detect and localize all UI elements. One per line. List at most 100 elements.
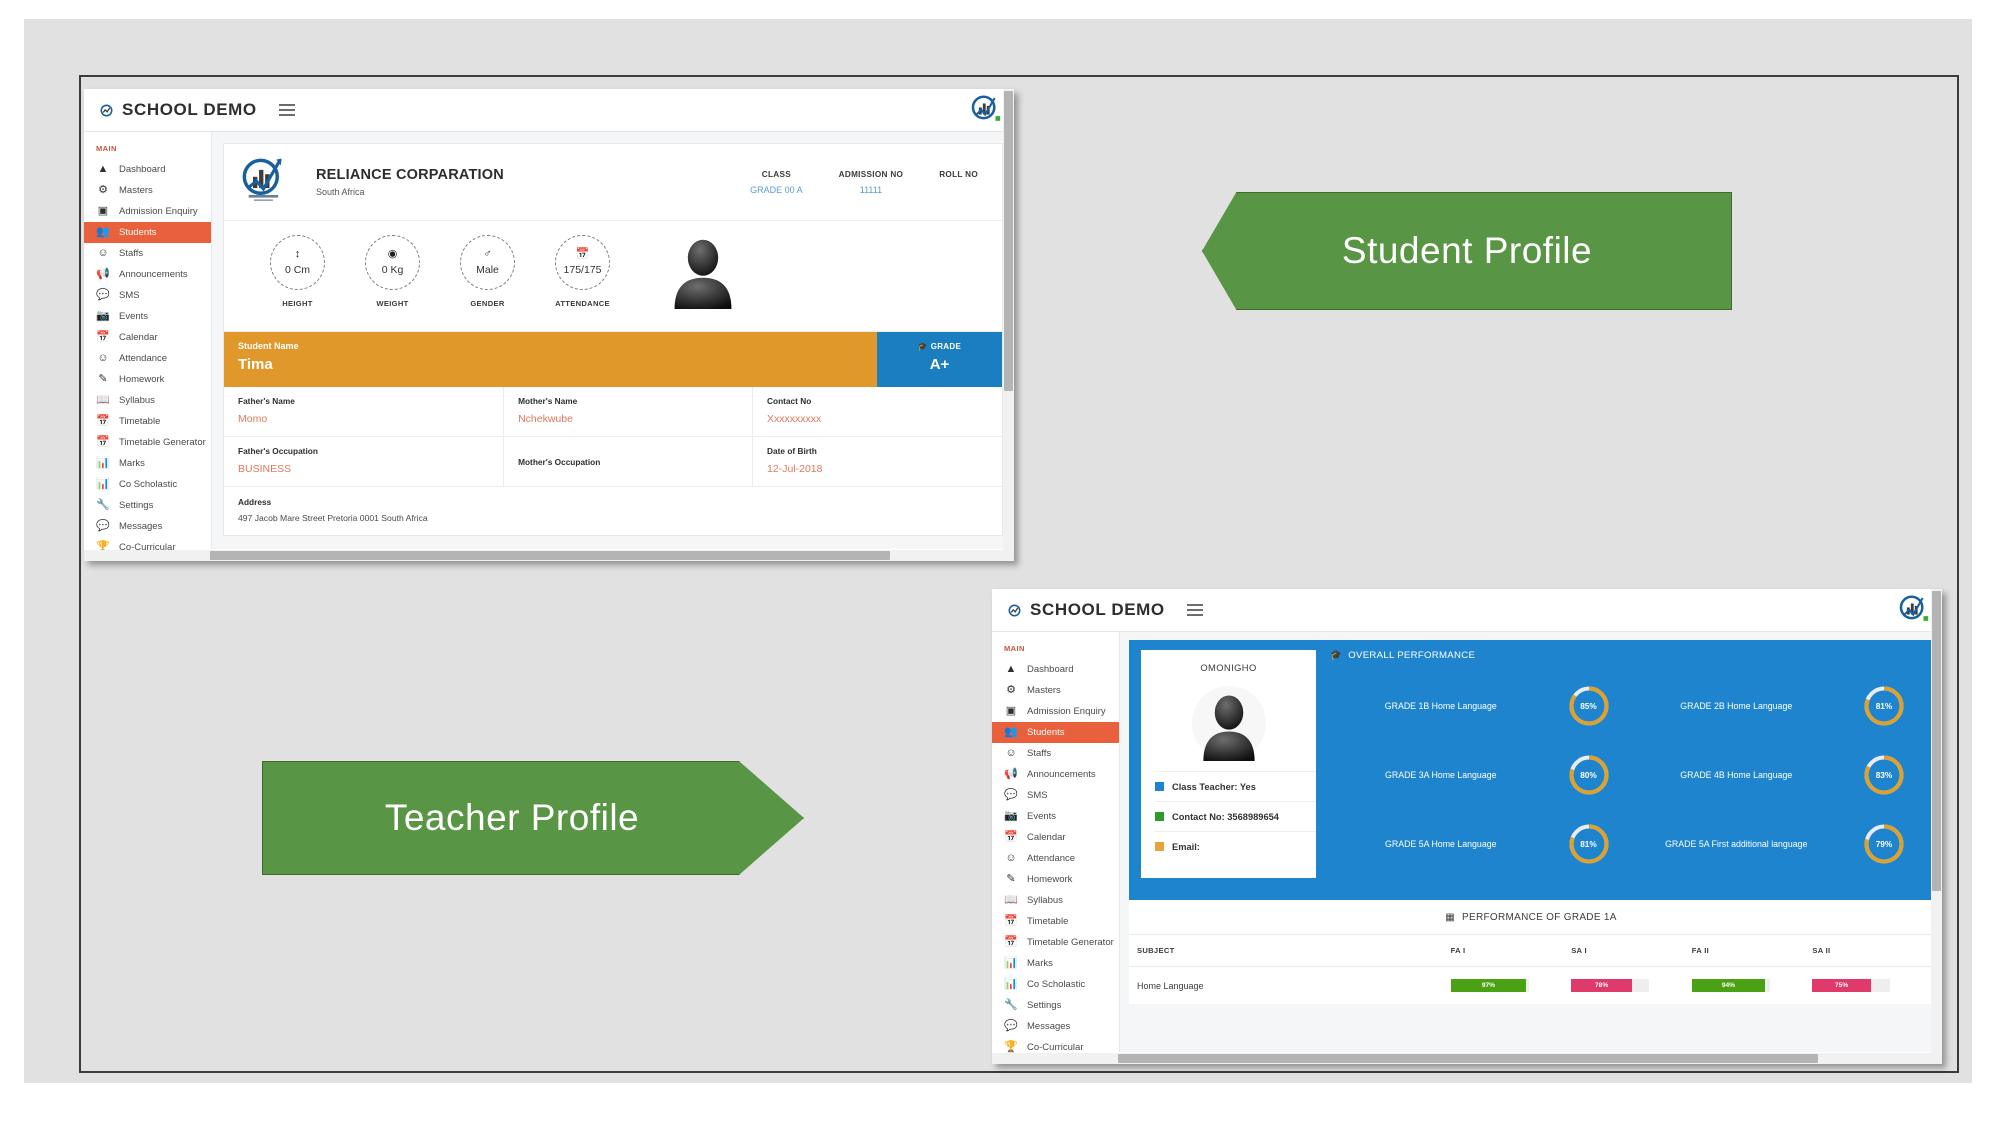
sidebar-item-staffs[interactable]: ☺ Staffs bbox=[84, 243, 211, 264]
stat-value: 0 Cm bbox=[284, 264, 311, 276]
sidebar-item-dashboard[interactable]: ▲ Dashboard bbox=[992, 659, 1119, 680]
sidebar-item-co-scholastic[interactable]: 📊 Co Scholastic bbox=[992, 974, 1119, 995]
field-fathers-occupation: Father's Occupation BUSINESS bbox=[224, 437, 505, 486]
bar-chart-icon: 📊 bbox=[96, 457, 110, 469]
progress-ring: 81% bbox=[1568, 823, 1610, 865]
sidebar-item-events[interactable]: 📷 Events bbox=[992, 806, 1119, 827]
sidebar-item-timetable-generator[interactable]: 📅 Timetable Generator bbox=[992, 932, 1119, 953]
sidebar-item-timetable[interactable]: 📅 Timetable bbox=[992, 911, 1119, 932]
pencil-square-icon: ✎ bbox=[98, 373, 108, 385]
student-window-topbar: SCHOOL DEMO bbox=[84, 89, 1014, 132]
sidebar-item-students[interactable]: 👥 Students bbox=[992, 722, 1119, 743]
sidebar-item-marks[interactable]: 📊 Marks bbox=[84, 453, 211, 474]
sidebar-item-events[interactable]: 📷 Events bbox=[84, 306, 211, 327]
sidebar-item-syllabus[interactable]: 📖 Syllabus bbox=[992, 890, 1119, 911]
horizontal-scrollbar[interactable] bbox=[84, 550, 1014, 561]
sidebar-item-label: Announcements bbox=[1027, 769, 1096, 780]
table-icon: ▦ bbox=[1445, 912, 1456, 923]
sidebar-item-attendance[interactable]: ☺ Attendance bbox=[992, 848, 1119, 869]
grade-performance-title: ▦ PERFORMANCE OF GRADE 1A bbox=[1129, 912, 1933, 934]
app-brand: SCHOOL DEMO bbox=[84, 100, 257, 120]
sidebar-item-label: Settings bbox=[119, 500, 154, 511]
sidebar-item-timetable[interactable]: 📅 Timetable bbox=[84, 411, 211, 432]
progress-bar-value: 78% bbox=[1571, 979, 1633, 992]
horizontal-scrollbar[interactable] bbox=[992, 1053, 1942, 1064]
sidebar-item-messages[interactable]: 💬 Messages bbox=[992, 1016, 1119, 1037]
sidebar-item-homework[interactable]: ✎ Homework bbox=[992, 869, 1119, 890]
field-label: Father's Occupation bbox=[238, 446, 318, 456]
teacher-profile-banner: Teacher Profile bbox=[262, 761, 804, 875]
card-header: RELIANCE CORPARATION South Africa CLASS … bbox=[224, 144, 1002, 221]
sidebar-item-label: Calendar bbox=[119, 332, 158, 343]
teacher-profile-banner-label: Teacher Profile bbox=[384, 797, 640, 838]
col-fa-1: FA I bbox=[1450, 934, 1572, 967]
vertical-scrollbar[interactable] bbox=[1003, 89, 1014, 561]
sidebar-item-settings[interactable]: 🔧 Settings bbox=[992, 995, 1119, 1016]
stat-value: 175/175 bbox=[563, 264, 602, 276]
stat-circle: 📅 175/175 bbox=[555, 235, 610, 290]
sidebar-item-admission-enquiry[interactable]: ▣ Admission Enquiry bbox=[992, 701, 1119, 722]
sidebar-item-syllabus[interactable]: 📖 Syllabus bbox=[84, 390, 211, 411]
teacher-window-topbar: SCHOOL DEMO bbox=[992, 589, 1942, 632]
performance-item: GRADE 5A First additional language 79% bbox=[1626, 809, 1922, 878]
sidebar-item-sms[interactable]: 💬 SMS bbox=[84, 285, 211, 306]
teacher-name: OMONIGHO bbox=[1200, 662, 1257, 673]
grade-caption: 🎓 GRADE bbox=[917, 342, 962, 351]
sidebar-item-sms[interactable]: 💬 SMS bbox=[992, 785, 1119, 806]
calendar-icon: 📅 bbox=[96, 436, 110, 448]
sidebar-item-calendar[interactable]: 📅 Calendar bbox=[992, 827, 1119, 848]
sidebar-item-timetable-generator[interactable]: 📅 Timetable Generator bbox=[84, 432, 211, 453]
field-contact-no: Contact No Xxxxxxxxxx bbox=[753, 387, 1002, 436]
megaphone-icon: 📢 bbox=[96, 268, 110, 280]
sidebar-item-dashboard[interactable]: ▲ Dashboard bbox=[84, 159, 211, 180]
sidebar-item-attendance[interactable]: ☺ Attendance bbox=[84, 348, 211, 369]
sidebar-item-calendar[interactable]: 📅 Calendar bbox=[84, 327, 211, 348]
gears-icon: ⚙ bbox=[1006, 684, 1016, 696]
performance-ring-wrap: 85% bbox=[1552, 685, 1626, 727]
legend-swatch bbox=[1155, 812, 1164, 821]
performance-label: GRADE 5A Home Language bbox=[1385, 838, 1497, 849]
grade-value: A+ bbox=[929, 356, 950, 373]
students-icon: 👥 bbox=[1004, 726, 1018, 738]
student-meta-group: CLASS GRADE 00 A ADMISSION NO 11111 ROLL… bbox=[750, 170, 988, 195]
sidebar-item-homework[interactable]: ✎ Homework bbox=[84, 369, 211, 390]
progress-ring: 79% bbox=[1863, 823, 1905, 865]
sidebar-item-announcements[interactable]: 📢 Announcements bbox=[992, 764, 1119, 785]
field-date-of-birth: Date of Birth 12-Jul-2018 bbox=[753, 437, 1002, 486]
vertical-scrollbar[interactable] bbox=[1931, 589, 1942, 1064]
person-icon: ♂ bbox=[483, 248, 492, 260]
col-sa-1: SA I bbox=[1571, 934, 1692, 967]
sidebar-item-announcements[interactable]: 📢 Announcements bbox=[84, 264, 211, 285]
sidebar-item-staffs[interactable]: ☺ Staffs bbox=[992, 743, 1119, 764]
org-name-block: RELIANCE CORPARATION South Africa bbox=[316, 167, 504, 197]
calendar-icon: 📅 bbox=[1004, 915, 1018, 927]
sidebar-item-marks[interactable]: 📊 Marks bbox=[992, 953, 1119, 974]
app-brand: SCHOOL DEMO bbox=[992, 600, 1165, 620]
hamburger-icon[interactable] bbox=[1186, 604, 1203, 616]
sidebar-item-messages[interactable]: 💬 Messages bbox=[84, 516, 211, 537]
id-card-icon: ▣ bbox=[1005, 705, 1017, 717]
col-sa-2: SA II bbox=[1812, 934, 1933, 967]
student-name-block: Student Name Tima bbox=[224, 332, 877, 387]
table-header-row: SUBJECT FA I SA I FA II SA II bbox=[1129, 934, 1933, 967]
hamburger-icon[interactable] bbox=[278, 104, 295, 116]
mini-logo-icon bbox=[1008, 604, 1021, 617]
teacher-meta-label: Contact No: 3568989654 bbox=[1172, 811, 1279, 822]
grade-performance-table-wrap: ▦ PERFORMANCE OF GRADE 1A SUBJECT FA I S… bbox=[1129, 900, 1933, 1004]
sidebar-item-masters[interactable]: ⚙ Masters bbox=[992, 680, 1119, 701]
field-address: Address 497 Jacob Mare Street Pretoria 0… bbox=[224, 487, 1002, 535]
field-value: Momo bbox=[238, 413, 268, 425]
stat-caption: WEIGHT bbox=[376, 299, 409, 308]
calendar-icon: 📅 bbox=[1004, 936, 1018, 948]
cell-sa-1: 78% bbox=[1571, 967, 1692, 1005]
performance-item: GRADE 4B Home Language 83% bbox=[1626, 740, 1922, 809]
sidebar-item-admission-enquiry[interactable]: ▣ Admission Enquiry bbox=[84, 201, 211, 222]
sidebar-item-masters[interactable]: ⚙ Masters bbox=[84, 180, 211, 201]
sidebar-item-settings[interactable]: 🔧 Settings bbox=[84, 495, 211, 516]
sidebar-item-students[interactable]: 👥 Students bbox=[84, 222, 211, 243]
field-label: Date of Birth bbox=[767, 446, 817, 456]
field-value: Xxxxxxxxxx bbox=[767, 413, 822, 425]
sidebar-item-co-scholastic[interactable]: 📊 Co Scholastic bbox=[84, 474, 211, 495]
sidebar-item-label: Dashboard bbox=[119, 164, 166, 175]
field-label: Contact No bbox=[767, 396, 812, 406]
